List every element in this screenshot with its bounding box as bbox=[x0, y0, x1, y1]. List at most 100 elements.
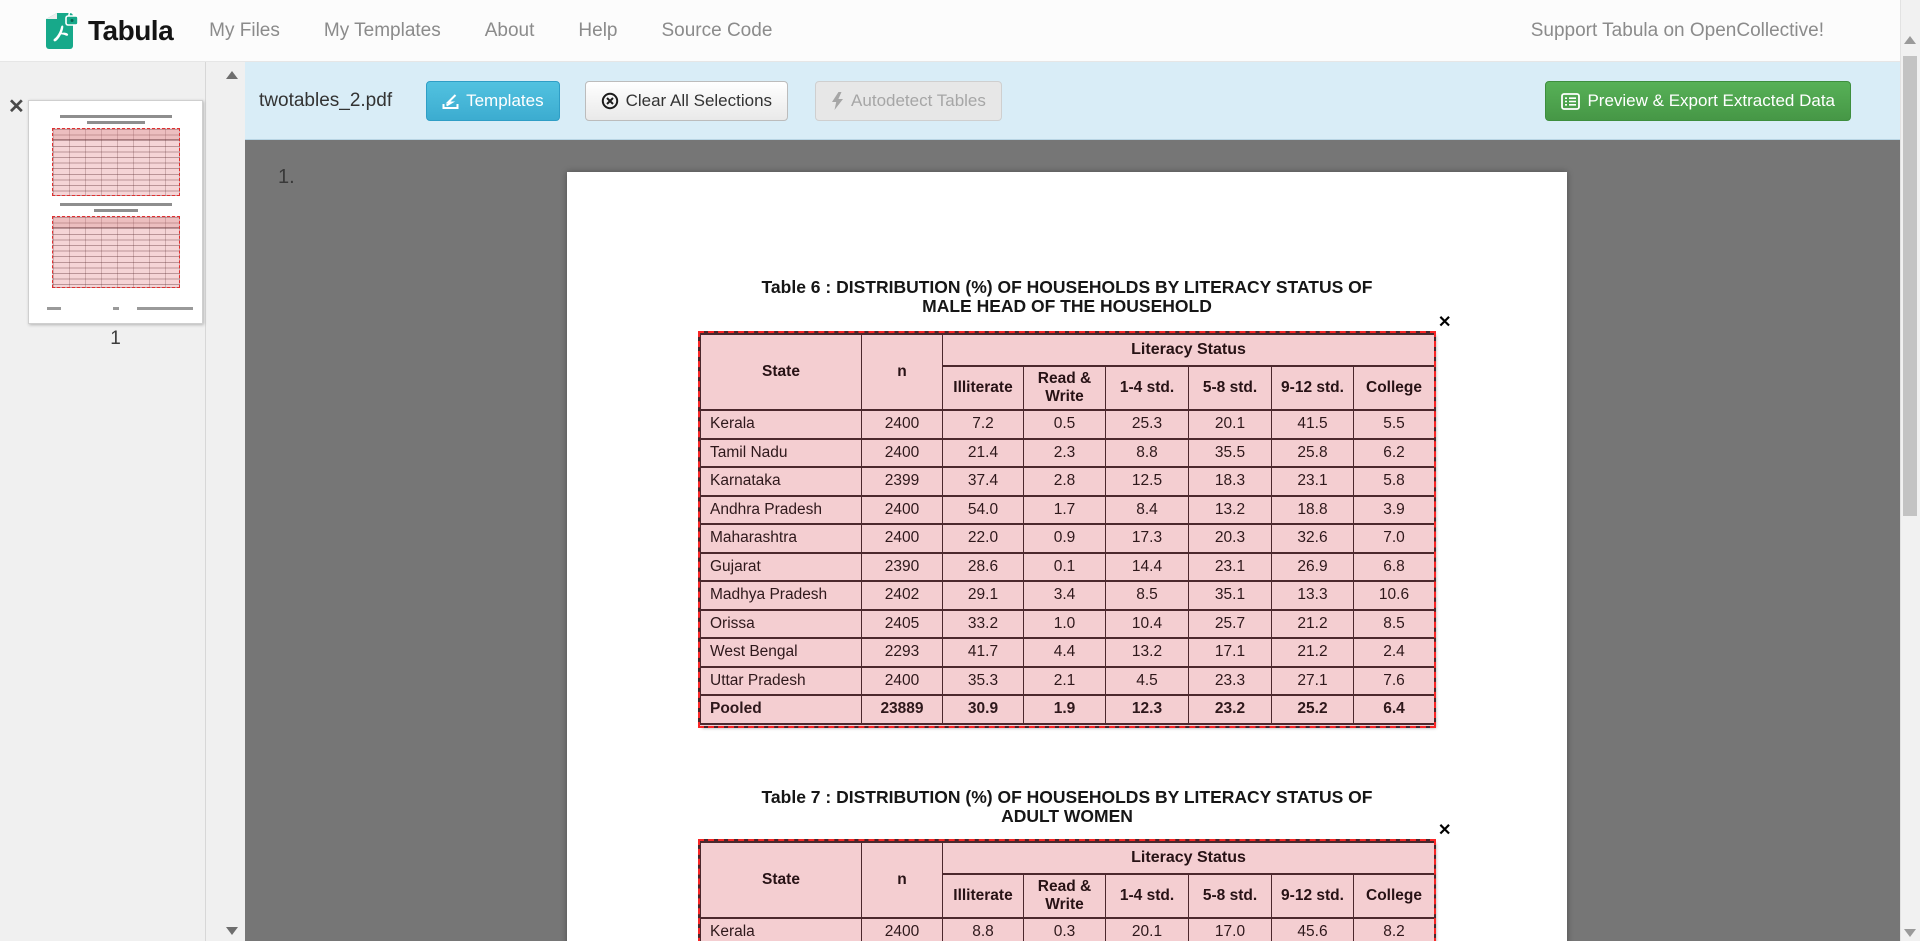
mini-title-line bbox=[60, 203, 172, 206]
table-cell: 7.0 bbox=[1354, 524, 1435, 553]
table-cell: 17.3 bbox=[1106, 524, 1189, 553]
tabula-logo-icon bbox=[42, 11, 79, 51]
nav-link-about[interactable]: About bbox=[485, 20, 535, 42]
table-cell: 12.3 bbox=[1106, 695, 1189, 724]
table-cell: n bbox=[862, 334, 943, 410]
autodetect-tables-button[interactable]: Autodetect Tables bbox=[815, 81, 1002, 121]
table-row: Madhya Pradesh240229.13.48.535.113.310.6 bbox=[701, 581, 1435, 610]
table-cell: 3.9 bbox=[1354, 496, 1435, 525]
table-cell: 21.2 bbox=[1272, 610, 1354, 639]
table-cell: Gujarat bbox=[701, 553, 862, 582]
save-template-icon bbox=[442, 91, 459, 111]
table7-title-line1: Table 7 : DISTRIBUTION (%) OF HOUSEHOLDS… bbox=[567, 788, 1567, 807]
delete-page-button[interactable]: ✕ bbox=[8, 94, 25, 119]
sidebar-scroll-up-icon[interactable] bbox=[226, 71, 238, 79]
table-row: Andhra Pradesh240054.01.78.413.218.83.9 bbox=[701, 496, 1435, 525]
table6-title: Table 6 : DISTRIBUTION (%) OF HOUSEHOLDS… bbox=[567, 278, 1567, 316]
table-cell: 20.3 bbox=[1189, 524, 1272, 553]
table-cell: Literacy Status bbox=[943, 842, 1435, 874]
table-cell: 2.8 bbox=[1024, 467, 1106, 496]
table-row: Kerala24008.80.320.117.045.68.2 bbox=[701, 918, 1435, 941]
table-cell: 4.5 bbox=[1106, 667, 1189, 696]
table7-title-line2: ADULT WOMEN bbox=[567, 807, 1567, 826]
table-cell: 10.4 bbox=[1106, 610, 1189, 639]
table-cell: 25.2 bbox=[1272, 695, 1354, 724]
table-cell: 29.1 bbox=[943, 581, 1024, 610]
main-scroll-down-icon[interactable] bbox=[1904, 929, 1916, 937]
table-row: Tamil Nadu240021.42.38.835.525.86.2 bbox=[701, 439, 1435, 468]
extracted-table7: StatenLiteracy StatusIlliterateRead & Wr… bbox=[700, 841, 1435, 941]
table-cell: Illiterate bbox=[943, 874, 1024, 918]
nav-link-help[interactable]: Help bbox=[578, 20, 617, 42]
table-cell: Kerala bbox=[701, 918, 862, 941]
table-cell: 9-12 std. bbox=[1272, 874, 1354, 918]
table-cell: 41.7 bbox=[943, 638, 1024, 667]
table-cell: 3.4 bbox=[1024, 581, 1106, 610]
table-row: Orissa240533.21.010.425.721.28.5 bbox=[701, 610, 1435, 639]
table-cell: Karnataka bbox=[701, 467, 862, 496]
table-cell: 35.3 bbox=[943, 667, 1024, 696]
table-cell: 23.1 bbox=[1189, 553, 1272, 582]
selection-box-table6[interactable]: StatenLiteracy StatusIlliterateRead & Wr… bbox=[700, 333, 1434, 726]
table-row: Uttar Pradesh240035.32.14.523.327.17.6 bbox=[701, 667, 1435, 696]
table-cell: 35.5 bbox=[1189, 439, 1272, 468]
table-cell: 25.3 bbox=[1106, 410, 1189, 439]
table-cell: Orissa bbox=[701, 610, 862, 639]
mini-title-line bbox=[87, 121, 145, 124]
mini-title-line bbox=[60, 115, 172, 118]
table-cell: 41.5 bbox=[1272, 410, 1354, 439]
remove-circle-icon bbox=[601, 91, 619, 111]
table-cell: 45.6 bbox=[1272, 918, 1354, 941]
selection-box-table7[interactable]: StatenLiteracy StatusIlliterateRead & Wr… bbox=[700, 841, 1434, 941]
table-cell: Kerala bbox=[701, 410, 862, 439]
navbar: Tabula My Files My Templates About Help … bbox=[0, 0, 1920, 62]
selection7-close-icon[interactable]: ✕ bbox=[1438, 823, 1451, 839]
clear-all-selections-button[interactable]: Clear All Selections bbox=[585, 81, 788, 121]
table-cell: 20.1 bbox=[1106, 918, 1189, 941]
mini-footer-text bbox=[47, 307, 61, 310]
table-cell: 23.2 bbox=[1189, 695, 1272, 724]
table-cell: 33.2 bbox=[943, 610, 1024, 639]
extracted-table6: StatenLiteracy StatusIlliterateRead & Wr… bbox=[700, 333, 1435, 725]
table7-title: Table 7 : DISTRIBUTION (%) OF HOUSEHOLDS… bbox=[567, 788, 1567, 826]
table-cell: Uttar Pradesh bbox=[701, 667, 862, 696]
sidebar-scroll-down-icon[interactable] bbox=[226, 927, 238, 935]
table-row: Pooled2388930.91.912.323.225.26.4 bbox=[701, 695, 1435, 724]
table-cell: 5-8 std. bbox=[1189, 874, 1272, 918]
nav-link-source-code[interactable]: Source Code bbox=[661, 20, 772, 42]
nav-link-my-files[interactable]: My Files bbox=[209, 20, 280, 42]
table-cell: 6.4 bbox=[1354, 695, 1435, 724]
table-cell: 8.2 bbox=[1354, 918, 1435, 941]
table-cell: 1.7 bbox=[1024, 496, 1106, 525]
table-cell: 0.3 bbox=[1024, 918, 1106, 941]
open-filename: twotables_2.pdf bbox=[259, 90, 392, 112]
table-row: Kerala24007.20.525.320.141.55.5 bbox=[701, 410, 1435, 439]
table-cell: 10.6 bbox=[1354, 581, 1435, 610]
selection6-close-icon[interactable]: ✕ bbox=[1438, 315, 1451, 331]
table-cell: 2390 bbox=[862, 553, 943, 582]
page-thumbnail[interactable] bbox=[28, 100, 203, 324]
table-cell: State bbox=[701, 842, 862, 918]
main-scrollbar-thumb[interactable] bbox=[1903, 56, 1917, 516]
pdf-page[interactable]: Table 6 : DISTRIBUTION (%) OF HOUSEHOLDS… bbox=[567, 172, 1567, 941]
table-cell: 7.6 bbox=[1354, 667, 1435, 696]
table-cell: 2399 bbox=[862, 467, 943, 496]
table-cell: 54.0 bbox=[943, 496, 1024, 525]
main-scroll-up-icon[interactable] bbox=[1904, 36, 1916, 44]
table-cell: 2293 bbox=[862, 638, 943, 667]
table-cell: 25.8 bbox=[1272, 439, 1354, 468]
support-link[interactable]: Support Tabula on OpenCollective! bbox=[1531, 20, 1824, 42]
table-cell: 28.6 bbox=[943, 553, 1024, 582]
table-row: Karnataka239937.42.812.518.323.15.8 bbox=[701, 467, 1435, 496]
templates-button[interactable]: Templates bbox=[426, 81, 559, 121]
table-cell: 23889 bbox=[862, 695, 943, 724]
preview-export-button[interactable]: Preview & Export Extracted Data bbox=[1545, 81, 1851, 121]
nav-link-my-templates[interactable]: My Templates bbox=[324, 20, 441, 42]
table-cell: 6.8 bbox=[1354, 553, 1435, 582]
table-cell: 13.2 bbox=[1106, 638, 1189, 667]
table-cell: West Bengal bbox=[701, 638, 862, 667]
table-cell: Andhra Pradesh bbox=[701, 496, 862, 525]
table-cell: 4.4 bbox=[1024, 638, 1106, 667]
table-cell: 2400 bbox=[862, 496, 943, 525]
brand[interactable]: Tabula bbox=[42, 11, 173, 51]
